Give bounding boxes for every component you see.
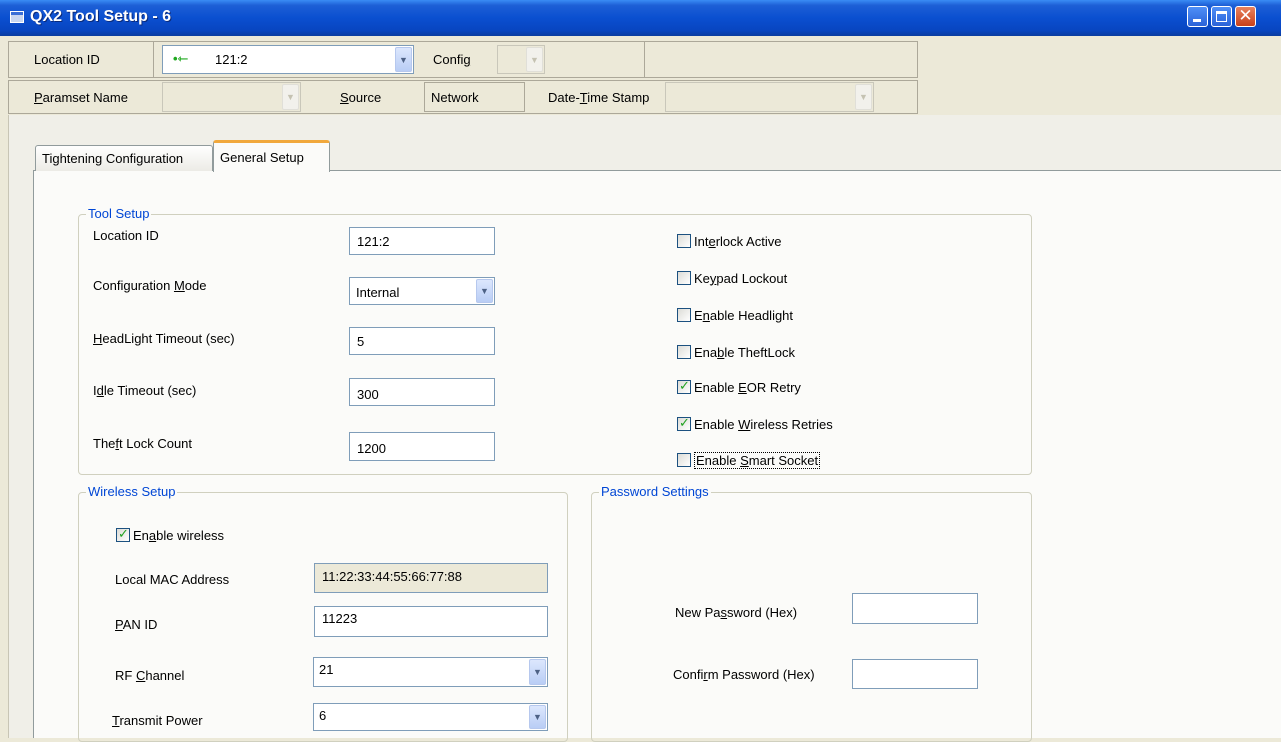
enable-eor-retry-label: Enable EOR Retry <box>694 379 801 395</box>
field-value: 5 <box>357 333 365 349</box>
tab-general-setup[interactable]: General Setup <box>213 140 330 172</box>
combo-value: Internal <box>356 285 400 300</box>
chevron-down-icon: ▼ <box>526 47 543 72</box>
combo-value: 6 <box>319 708 327 723</box>
location-id-combo-value: 121:2 <box>215 52 248 67</box>
enable-headlight-label: Enable Headlight <box>694 307 794 323</box>
interlock-active-label: Interlock Active <box>694 233 782 249</box>
location-id-label: Location ID <box>34 52 100 67</box>
tool-location-id-label: Location ID <box>93 228 159 243</box>
field-value: 300 <box>357 386 379 402</box>
rf-channel-label: RF Channel <box>115 668 185 683</box>
location-id-combo[interactable]: •⇽ 121:2 ▼ <box>162 45 414 74</box>
field-value: 121:2 <box>357 233 390 249</box>
checkbox-box[interactable] <box>677 234 691 248</box>
paramset-name-combo[interactable]: ▼ <box>162 82 301 112</box>
local-mac-address-label: Local MAC Address <box>115 572 230 587</box>
field-value: 11223 <box>322 611 358 626</box>
checkbox-box[interactable] <box>677 308 691 322</box>
tab-tightening-configuration[interactable]: Tightening Configuration <box>35 145 213 171</box>
chevron-down-icon: ▼ <box>282 84 299 110</box>
checkbox-box[interactable] <box>677 453 691 467</box>
chevron-down-icon: ▼ <box>855 84 872 110</box>
confirm-password-label: Confirm Password (Hex) <box>673 667 815 682</box>
chevron-down-icon[interactable]: ▼ <box>476 279 493 303</box>
checkbox-box[interactable] <box>677 271 691 285</box>
transmit-power-combo[interactable]: 6 ▼ <box>313 703 548 731</box>
idle-timeout-label: Idle Timeout (sec) <box>93 383 197 398</box>
enable-smart-socket-label: Enable Smart Socket <box>694 451 821 469</box>
checkbox-box[interactable] <box>677 345 691 359</box>
wireless-setup-title: Wireless Setup <box>86 484 178 499</box>
transmit-power-label: Transmit Power <box>112 713 203 728</box>
local-mac-address-field: 11:22:33:44:55:66:77:88 <box>314 563 548 593</box>
combo-value: 21 <box>319 662 334 677</box>
chevron-down-icon[interactable]: ▼ <box>529 705 546 729</box>
source-field: Network <box>424 82 525 112</box>
minimize-icon <box>1193 19 1201 22</box>
title-bar[interactable]: QX2 Tool Setup - 6 ✕ <box>0 0 1281 36</box>
enable-wireless-retries-label: Enable Wireless Retries <box>694 416 833 432</box>
window-icon[interactable] <box>10 11 24 23</box>
date-time-stamp-label: Date-Time Stamp <box>548 90 650 105</box>
enable-theftlock-label: Enable TheftLock <box>694 344 795 360</box>
close-button[interactable]: ✕ <box>1235 6 1256 27</box>
pan-id-field[interactable]: 11223 <box>314 606 548 637</box>
enable-wireless-checkbox[interactable]: Enable wireless <box>116 526 224 544</box>
source-value: Network <box>431 89 479 105</box>
minimize-button[interactable] <box>1187 6 1208 27</box>
config-combo[interactable]: ▼ <box>497 45 545 74</box>
close-icon: ✕ <box>1238 6 1253 25</box>
configuration-mode-label: Configuration Mode <box>93 278 207 293</box>
new-password-label: New Password (Hex) <box>675 605 798 620</box>
tool-location-id-field[interactable]: 121:2 <box>349 227 495 255</box>
divider <box>644 42 645 77</box>
config-label: Config <box>433 52 471 67</box>
tool-setup-title: Tool Setup <box>86 206 152 221</box>
idle-timeout-field[interactable]: 300 <box>349 378 495 406</box>
maximize-icon <box>1216 11 1227 22</box>
pan-id-label: PAN ID <box>115 617 158 632</box>
date-time-stamp-combo[interactable]: ▼ <box>665 82 874 112</box>
tab-label: General Setup <box>220 150 304 165</box>
new-password-field[interactable] <box>852 593 978 624</box>
keypad-lockout-checkbox[interactable]: Keypad Lockout <box>677 269 787 287</box>
keypad-lockout-label: Keypad Lockout <box>694 270 788 286</box>
source-label: Source <box>340 90 382 105</box>
usb-icon: •⇽ <box>173 51 189 66</box>
checkbox-box[interactable] <box>677 415 691 431</box>
field-value: 11:22:33:44:55:66:77:88 <box>322 568 462 584</box>
maximize-button[interactable] <box>1211 6 1232 27</box>
interlock-active-checkbox[interactable]: Interlock Active <box>677 232 781 250</box>
password-settings-title: Password Settings <box>599 484 711 499</box>
headlight-timeout-field[interactable]: 5 <box>349 327 495 355</box>
confirm-password-field[interactable] <box>852 659 978 689</box>
headlight-timeout-label: HeadLight Timeout (sec) <box>93 331 235 346</box>
theft-lock-count-field[interactable]: 1200 <box>349 432 495 461</box>
enable-smart-socket-checkbox[interactable]: Enable Smart Socket <box>677 451 821 469</box>
rf-channel-combo[interactable]: 21 ▼ <box>313 657 548 687</box>
enable-theftlock-checkbox[interactable]: Enable TheftLock <box>677 343 795 361</box>
theft-lock-count-label: Theft Lock Count <box>93 436 193 451</box>
paramset-name-label: Paramset Name <box>34 90 128 105</box>
enable-eor-retry-checkbox[interactable]: Enable EOR Retry <box>677 378 801 396</box>
field-value: 1200 <box>357 441 386 456</box>
chevron-down-icon[interactable]: ▼ <box>395 47 412 72</box>
window-title: QX2 Tool Setup - 6 <box>30 8 172 25</box>
checkbox-box[interactable] <box>677 378 691 394</box>
tab-label: Tightening Configuration <box>42 151 184 166</box>
enable-wireless-retries-checkbox[interactable]: Enable Wireless Retries <box>677 415 833 433</box>
chevron-down-icon[interactable]: ▼ <box>529 659 546 685</box>
configuration-mode-combo[interactable]: Internal ▼ <box>349 277 495 305</box>
checkbox-box[interactable] <box>116 526 130 542</box>
enable-wireless-label: Enable wireless <box>133 527 225 543</box>
enable-headlight-checkbox[interactable]: Enable Headlight <box>677 306 793 324</box>
